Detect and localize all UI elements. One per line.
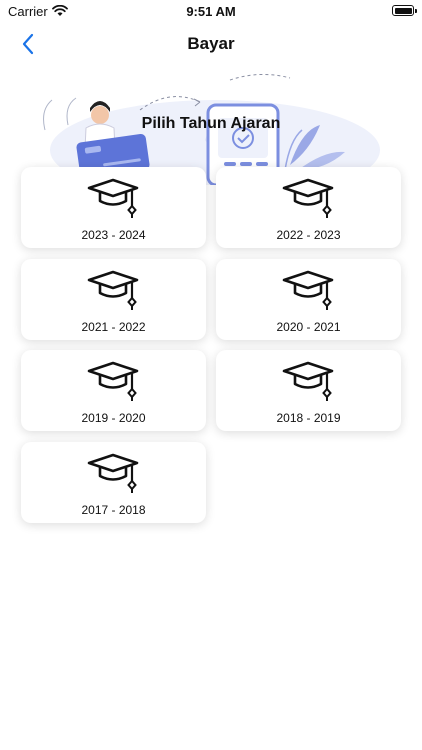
academic-year-label: 2023 - 2024 [81, 228, 146, 242]
graduation-cap-icon [86, 360, 140, 402]
academic-year-card[interactable]: 2017 - 2018 [21, 441, 206, 523]
academic-year-card[interactable]: 2021 - 2022 [21, 258, 206, 340]
status-bar: Carrier 9:51 AM [0, 0, 422, 24]
academic-year-label: 2022 - 2023 [276, 228, 341, 242]
academic-year-card[interactable]: 2022 - 2023 [216, 167, 401, 248]
clock: 9:51 AM [186, 4, 236, 19]
section-title: Pilih Tahun Ajaran [141, 115, 281, 132]
academic-year-card[interactable]: 2020 - 2021 [216, 258, 401, 340]
graduation-cap-icon [281, 177, 335, 219]
graduation-cap-icon [281, 269, 335, 311]
navigation-bar: Bayar [0, 24, 422, 64]
academic-year-label: 2018 - 2019 [276, 411, 341, 425]
academic-year-card[interactable]: 2019 - 2020 [21, 350, 206, 431]
academic-year-label: 2019 - 2020 [81, 411, 146, 425]
graduation-cap-icon [281, 360, 335, 402]
academic-year-card[interactable]: 2018 - 2019 [216, 350, 401, 431]
academic-year-label: 2017 - 2018 [81, 502, 146, 517]
battery-icon [392, 5, 417, 16]
academic-year-card[interactable]: 2023 - 2024 [21, 167, 206, 248]
graduation-cap-icon [86, 452, 140, 494]
graduation-cap-icon [86, 269, 140, 311]
academic-year-label: 2020 - 2021 [276, 319, 341, 334]
academic-year-label: 2021 - 2022 [81, 319, 146, 334]
graduation-cap-icon [86, 177, 140, 219]
page-title: Bayar [187, 34, 235, 53]
